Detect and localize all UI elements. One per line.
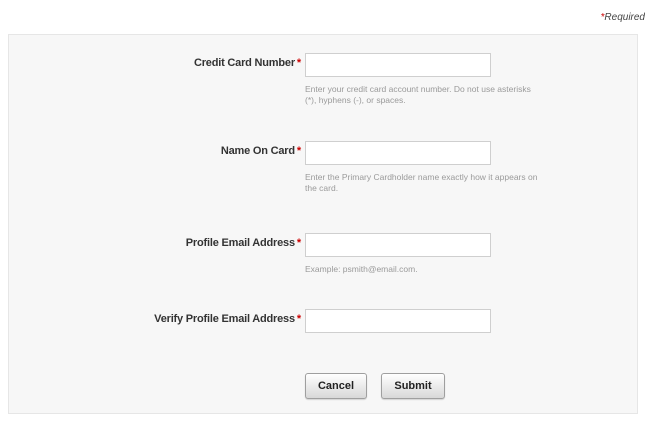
card-form-panel: Credit Card Number * Enter your credit ca… [8,34,638,414]
profile-email-label: Profile Email Address * [185,237,301,249]
card-number-input[interactable] [305,53,491,77]
card-number-hint: Enter your credit card account number. D… [305,84,531,105]
name-on-card-hint: Enter the Primary Cardholder name exactl… [305,172,538,193]
verify-email-input[interactable] [305,309,491,333]
submit-button[interactable]: Submit [381,373,445,399]
card-number-required-mark: * [296,57,301,69]
profile-email-input[interactable] [305,233,491,257]
required-note-text: Required [604,12,645,23]
cancel-button[interactable]: Cancel [305,373,367,399]
verify-email-required-mark: * [296,313,301,325]
profile-email-required-mark: * [296,237,301,249]
name-on-card-input[interactable] [305,141,491,165]
verify-email-label: Verify Profile Email Address * [154,313,301,325]
name-on-card-required-mark: * [296,145,301,157]
card-number-label: Credit Card Number * [193,57,301,69]
required-fields-note: *Required [601,12,645,23]
profile-email-hint: Example: psmith@email.com. [305,264,418,274]
name-on-card-label: Name On Card * [220,145,301,157]
